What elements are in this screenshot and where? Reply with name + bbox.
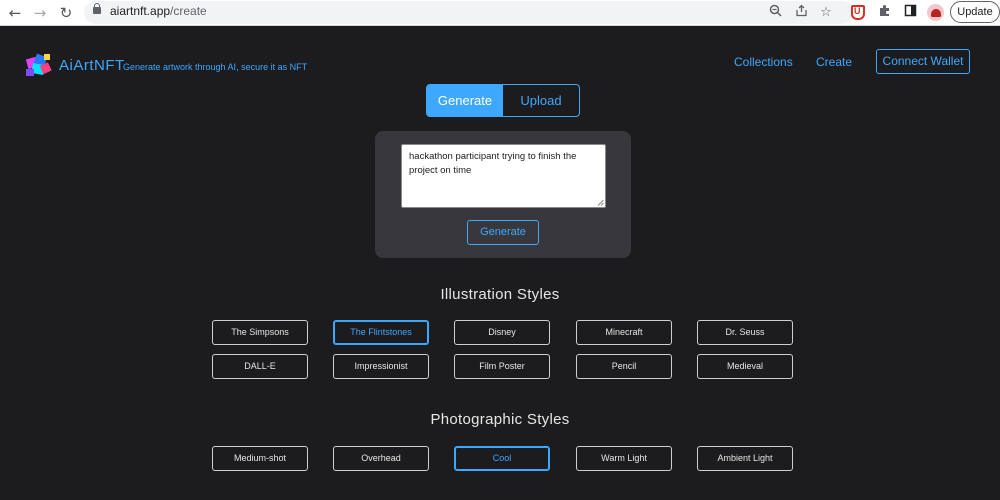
- style-impressionist[interactable]: Impressionist: [333, 354, 429, 379]
- style-warm-light[interactable]: Warm Light: [576, 446, 672, 471]
- style-pencil[interactable]: Pencil: [576, 354, 672, 379]
- bookmark-star-icon[interactable]: ☆: [817, 4, 835, 22]
- mode-tabs: Generate Upload: [426, 84, 580, 117]
- nav-collections[interactable]: Collections: [734, 55, 793, 69]
- brand-tagline: Generate artwork through AI, secure it a…: [123, 62, 308, 72]
- illustration-styles-heading: Illustration Styles: [440, 286, 560, 303]
- tab-upload[interactable]: Upload: [503, 85, 579, 116]
- style-the-simpsons[interactable]: The Simpsons: [212, 320, 308, 345]
- resize-grip-icon[interactable]: [597, 199, 604, 206]
- nav-create[interactable]: Create: [816, 55, 852, 69]
- photographic-styles-heading: Photographic Styles: [430, 411, 570, 428]
- style-disney[interactable]: Disney: [454, 320, 550, 345]
- profile-avatar[interactable]: [927, 4, 944, 21]
- forward-arrow-icon[interactable]: →: [31, 4, 49, 22]
- style-ambient-light[interactable]: Ambient Light: [697, 446, 793, 471]
- style-minecraft[interactable]: Minecraft: [576, 320, 672, 345]
- brand-name[interactable]: AiArtNFT: [59, 57, 125, 74]
- style-the-flintstones[interactable]: The Flintstones: [333, 320, 429, 345]
- app-logo[interactable]: [24, 52, 54, 80]
- url-path: /create: [170, 4, 207, 18]
- lock-icon[interactable]: [93, 3, 101, 14]
- style-medium-shot[interactable]: Medium-shot: [212, 446, 308, 471]
- url-host: aiartnft.app: [110, 4, 171, 18]
- update-button[interactable]: Update: [950, 1, 1000, 23]
- style-overhead[interactable]: Overhead: [333, 446, 429, 471]
- side-panel-icon[interactable]: [901, 4, 919, 22]
- prompt-textarea[interactable]: hackathon participant trying to finish t…: [401, 144, 606, 208]
- generate-button[interactable]: Generate: [467, 220, 539, 245]
- extension-shield-icon[interactable]: [851, 5, 865, 20]
- extensions-puzzle-icon[interactable]: [875, 4, 893, 22]
- connect-wallet-button[interactable]: Connect Wallet: [876, 49, 970, 74]
- style-cool[interactable]: Cool: [454, 446, 550, 471]
- tab-generate[interactable]: Generate: [427, 85, 503, 116]
- browser-toolbar: ← → ↻ aiartnft.app/create ☆ Update: [0, 0, 1000, 26]
- back-arrow-icon[interactable]: ←: [6, 4, 24, 22]
- reload-icon[interactable]: ↻: [57, 4, 75, 22]
- url-text[interactable]: aiartnft.app/create: [110, 4, 207, 18]
- share-icon[interactable]: [792, 4, 810, 22]
- style-dr-seuss[interactable]: Dr. Seuss: [697, 320, 793, 345]
- style-medieval[interactable]: Medieval: [697, 354, 793, 379]
- style-dall-e[interactable]: DALL-E: [212, 354, 308, 379]
- zoom-icon[interactable]: [766, 4, 784, 22]
- style-film-poster[interactable]: Film Poster: [454, 354, 550, 379]
